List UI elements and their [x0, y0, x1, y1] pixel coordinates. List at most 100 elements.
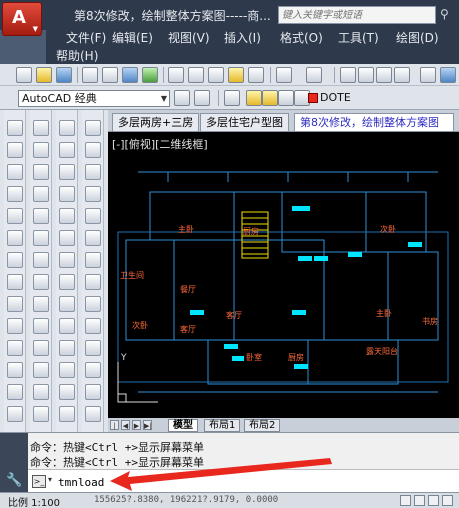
- save-icon[interactable]: [56, 67, 72, 83]
- bulb-off-icon[interactable]: [33, 208, 49, 224]
- layer-prev-icon[interactable]: [33, 384, 49, 400]
- bulb-icon[interactable]: [33, 164, 49, 180]
- menu-edit[interactable]: 编辑(E): [112, 29, 153, 46]
- layer-manager-icon[interactable]: [224, 90, 240, 106]
- construction-line-icon[interactable]: [85, 142, 101, 158]
- layer-properties-icon[interactable]: [194, 90, 210, 106]
- open-file-icon[interactable]: [36, 67, 52, 83]
- layer-copy-icon[interactable]: [33, 340, 49, 356]
- circle-icon[interactable]: [85, 252, 101, 268]
- polygon-icon[interactable]: [85, 186, 101, 202]
- menu-format[interactable]: 格式(O): [280, 29, 323, 46]
- cut-icon[interactable]: [168, 67, 184, 83]
- window-icon[interactable]: [7, 230, 23, 246]
- layer-state-icon[interactable]: [33, 142, 49, 158]
- application-menu-button[interactable]: A ▼: [2, 2, 42, 36]
- first-tab-icon[interactable]: |◀: [110, 420, 119, 440]
- tool-k-icon[interactable]: [59, 340, 75, 356]
- layer-delete-icon[interactable]: [33, 318, 49, 334]
- arc-icon[interactable]: [85, 230, 101, 246]
- elevation-icon[interactable]: [7, 296, 23, 312]
- tool-h-icon[interactable]: [59, 274, 75, 290]
- sun-icon[interactable]: [262, 90, 278, 106]
- rectangle-icon[interactable]: [85, 208, 101, 224]
- tool-f-icon[interactable]: [59, 230, 75, 246]
- prev-tab-icon[interactable]: ◀: [121, 420, 130, 430]
- tab-layout1[interactable]: 布局1: [204, 419, 241, 432]
- workspace-settings-icon[interactable]: [174, 90, 190, 106]
- make-block-icon[interactable]: [85, 384, 101, 400]
- polar-icon[interactable]: [442, 495, 453, 506]
- line-icon[interactable]: [85, 120, 101, 136]
- annotation-scale[interactable]: 比例 1:100: [8, 494, 60, 508]
- menu-view[interactable]: 视图(V): [168, 29, 210, 46]
- wall-icon[interactable]: [7, 186, 23, 202]
- help-search-input[interactable]: [279, 7, 435, 23]
- copy-icon[interactable]: [188, 67, 204, 83]
- tool-g-icon[interactable]: [59, 252, 75, 268]
- column-icon[interactable]: [7, 164, 23, 180]
- drawing-tab-2[interactable]: 多层住宅户型图: [200, 113, 289, 131]
- tool-e-icon[interactable]: [59, 208, 75, 224]
- wrench-icon[interactable]: 🔧: [6, 473, 22, 488]
- freeze-icon[interactable]: [33, 186, 49, 202]
- match-properties-icon[interactable]: [228, 67, 244, 83]
- tool-c-icon[interactable]: [59, 164, 75, 180]
- grid-icon[interactable]: [7, 142, 23, 158]
- lock-icon[interactable]: [278, 90, 294, 106]
- zoom-realtime-icon[interactable]: [358, 67, 374, 83]
- axis-icon[interactable]: [7, 120, 23, 136]
- print-icon[interactable]: [82, 67, 98, 83]
- layer-match-icon[interactable]: [33, 362, 49, 378]
- stairs-icon[interactable]: [7, 274, 23, 290]
- drawing-tab-1[interactable]: 多层两房+三房: [112, 113, 200, 131]
- symbol-icon[interactable]: [7, 406, 23, 422]
- workspace-dropdown[interactable]: AutoCAD 经典 ▼: [18, 90, 170, 107]
- tool-i-icon[interactable]: [59, 296, 75, 312]
- layer-merge-icon[interactable]: [33, 296, 49, 312]
- insert-block-icon[interactable]: [85, 362, 101, 378]
- grid-display-icon[interactable]: [414, 495, 425, 506]
- ellipse-arc-icon[interactable]: [85, 340, 101, 356]
- layer-iso-icon[interactable]: [33, 252, 49, 268]
- tool-d-icon[interactable]: [59, 186, 75, 202]
- menu-insert[interactable]: 插入(I): [224, 29, 261, 46]
- viewport-controls[interactable]: [-][俯视][二维线框]: [112, 136, 208, 152]
- text-icon[interactable]: [7, 340, 23, 356]
- section-icon[interactable]: [7, 318, 23, 334]
- design-center-icon[interactable]: [440, 67, 456, 83]
- table-icon[interactable]: [7, 362, 23, 378]
- paste-icon[interactable]: [208, 67, 224, 83]
- layer-walk-icon[interactable]: [33, 230, 49, 246]
- drawing-canvas[interactable]: 主卧 厨房 次卧 卫生间 餐厅 客厅 客厅 次卧 主卧 书房 卧室 厨房 露天阳…: [108, 132, 459, 418]
- tab-model[interactable]: 模型: [168, 419, 198, 432]
- door-icon[interactable]: [7, 208, 23, 224]
- menu-help[interactable]: 帮助(H): [56, 47, 98, 64]
- tool-b-icon[interactable]: [59, 142, 75, 158]
- lightbulb-icon[interactable]: [246, 90, 262, 106]
- command-input[interactable]: [58, 473, 358, 491]
- zoom-previous-icon[interactable]: [394, 67, 410, 83]
- ortho-icon[interactable]: [428, 495, 439, 506]
- tool-a-icon[interactable]: [59, 120, 75, 136]
- command-prompt-icon[interactable]: >_: [32, 475, 46, 488]
- point-icon[interactable]: [85, 406, 101, 422]
- undo-icon[interactable]: [276, 67, 292, 83]
- block-editor-icon[interactable]: [248, 67, 264, 83]
- tool-m-icon[interactable]: [59, 384, 75, 400]
- print-preview-icon[interactable]: [102, 67, 118, 83]
- next-tab-icon[interactable]: ▶: [132, 420, 141, 430]
- tool-j-icon[interactable]: [59, 318, 75, 334]
- binoculars-icon[interactable]: ⚲: [440, 7, 456, 23]
- dimension-icon[interactable]: [7, 384, 23, 400]
- chevron-down-icon[interactable]: ▾: [48, 475, 52, 484]
- zoom-window-icon[interactable]: [376, 67, 392, 83]
- current-layer-name[interactable]: DOTE: [320, 91, 351, 104]
- layer-unlock-icon[interactable]: [33, 274, 49, 290]
- publish-icon[interactable]: [122, 67, 138, 83]
- polyline-icon[interactable]: [85, 164, 101, 180]
- properties-icon[interactable]: [420, 67, 436, 83]
- layer-off-icon[interactable]: [33, 406, 49, 422]
- pan-icon[interactable]: [340, 67, 356, 83]
- redo-icon[interactable]: [306, 67, 322, 83]
